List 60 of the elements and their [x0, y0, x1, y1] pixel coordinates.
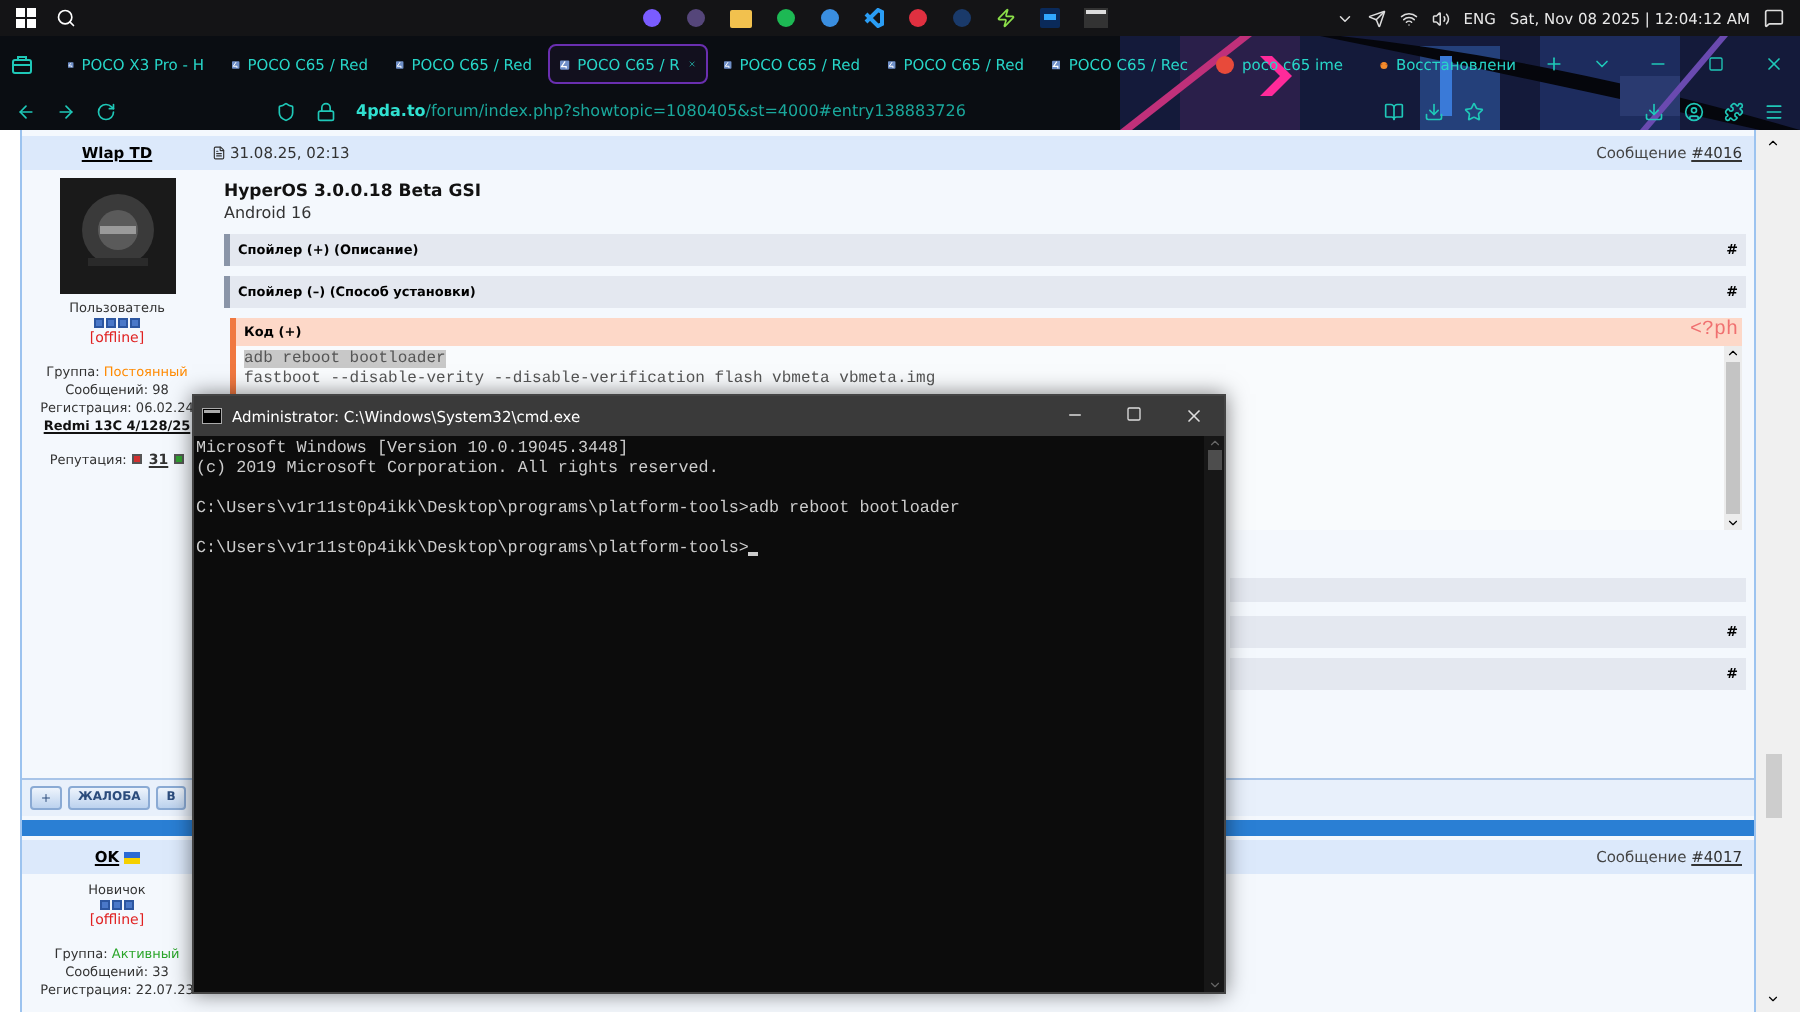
maximize-icon[interactable] [1708, 56, 1724, 72]
terminal-line: C:\Users\v1r11st0p4ikk\Desktop\programs\platform-tools> [196, 538, 749, 558]
record-icon[interactable] [908, 8, 929, 28]
site-icon [1052, 55, 1061, 73]
star-icon[interactable] [1464, 101, 1484, 121]
terminal-line: Microsoft Windows [Version 10.0.19045.3448] [196, 438, 631, 458]
close-icon[interactable] [1764, 54, 1784, 74]
site-icon [396, 55, 404, 73]
image-editor-icon[interactable] [1040, 8, 1061, 28]
code-line: fastboot --disable-verity --disable-verification flash vbmeta vbmeta.img [244, 369, 936, 388]
scroll-thumb[interactable] [1726, 361, 1740, 514]
download-icon[interactable] [1644, 101, 1664, 121]
terminal-app-icon[interactable] [1084, 8, 1109, 28]
code-editor-icon[interactable] [864, 8, 885, 28]
flag-icon [123, 851, 140, 864]
scroll-down-icon[interactable] [1726, 515, 1740, 530]
terminal-icon [202, 408, 222, 424]
close-icon[interactable] [687, 56, 696, 72]
notification-icon[interactable] [1764, 8, 1784, 28]
folder-icon[interactable] [730, 9, 753, 27]
lock-icon [316, 101, 336, 121]
scroll-down-icon[interactable] [1766, 992, 1780, 1006]
reader-icon[interactable] [1384, 101, 1404, 121]
scrollbar[interactable] [1204, 436, 1224, 992]
briefcase-icon[interactable] [12, 55, 32, 73]
new-tab-icon[interactable] [1544, 54, 1564, 74]
scrollbar[interactable] [1724, 345, 1742, 530]
site-icon [560, 55, 570, 73]
site-icon [888, 55, 896, 73]
post-subtitle: Android 16 [224, 203, 314, 222]
paper-plane-icon[interactable] [1367, 9, 1386, 27]
site-icon [232, 55, 240, 73]
back-icon[interactable] [16, 101, 36, 121]
address-bar[interactable]: 4pda.to/forum/index.php?showtopic=1080405&st=4000#entry138883726 [356, 102, 966, 120]
search-icon[interactable] [56, 8, 76, 28]
shield-icon[interactable] [276, 101, 296, 121]
scroll-up-icon[interactable] [1766, 136, 1780, 150]
terminal-line: C:\Users\v1r11st0p4ikk\Desktop\programs\platform-tools>adb reboot bootloader [196, 498, 962, 518]
scroll-thumb[interactable] [1207, 450, 1221, 470]
terminal-line: (c) 2019 Microsoft Corporation. All rights reserved. [196, 458, 721, 478]
volume-icon[interactable] [1431, 9, 1450, 27]
forward-icon[interactable] [56, 101, 76, 121]
menu-icon[interactable] [1764, 101, 1784, 121]
lightning-icon[interactable] [996, 8, 1017, 28]
post-title: HyperOS 3.0.0.18 Beta GSI [224, 181, 483, 202]
code-decoration: <?ph [1689, 320, 1738, 343]
maximize-icon[interactable] [1126, 406, 1142, 422]
account-icon[interactable] [1684, 101, 1704, 121]
site-icon [724, 55, 732, 73]
save-page-icon[interactable] [1424, 101, 1444, 121]
plus-button[interactable] [30, 785, 62, 810]
scrollbar[interactable] [1756, 130, 1800, 1012]
reload-icon[interactable] [96, 101, 116, 121]
scroll-thumb[interactable] [1766, 754, 1782, 818]
extension-icon[interactable] [1724, 101, 1744, 121]
windows-logo-icon[interactable] [16, 8, 36, 28]
wifi-icon[interactable] [1399, 9, 1418, 27]
document-icon [212, 145, 226, 160]
close-icon[interactable] [1184, 406, 1204, 426]
scroll-up-icon[interactable] [1726, 345, 1740, 360]
